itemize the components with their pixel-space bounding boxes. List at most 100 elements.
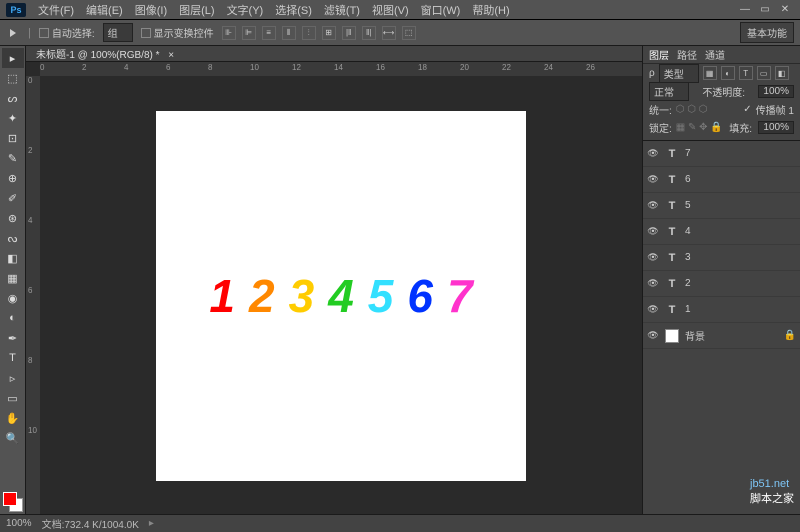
propagate-label: 传播帧 1 <box>756 102 794 117</box>
menu-filter[interactable]: 滤镜(T) <box>318 0 366 20</box>
document-tab[interactable]: 未标题-1 @ 100%(RGB/8) * × <box>32 46 178 61</box>
visibility-icon[interactable]: 👁 <box>647 200 659 212</box>
menu-bar: Ps 文件(F) 编辑(E) 图像(I) 图层(L) 文字(Y) 选择(S) 滤… <box>0 0 800 20</box>
filter-adjust-icon[interactable]: ◐ <box>721 66 735 80</box>
opacity-value[interactable]: 100% <box>758 85 794 98</box>
align-icons: ⊪ ⊫ ≡ ⫴ ⫶ ⊞ |‖ ‖| ⟷ ⬚ <box>222 26 416 40</box>
path-tool[interactable]: ▹ <box>2 368 24 388</box>
shape-tool[interactable]: ▭ <box>2 388 24 408</box>
hand-tool[interactable]: ✋ <box>2 408 24 428</box>
fill-value[interactable]: 100% <box>758 121 794 134</box>
close-button[interactable]: ✕ <box>776 3 794 17</box>
layer-row[interactable]: 👁T6 <box>643 167 800 193</box>
canvas-viewport[interactable]: 1234567 <box>40 76 642 516</box>
maximize-button[interactable]: ▭ <box>756 3 774 17</box>
lasso-tool[interactable]: ᔕ <box>2 88 24 108</box>
layer-row[interactable]: 👁T7 <box>643 141 800 167</box>
stamp-tool[interactable]: ⊛ <box>2 208 24 228</box>
auto-select-dropdown[interactable]: 组 <box>103 23 133 42</box>
workspace-switcher[interactable]: 基本功能 <box>740 22 794 43</box>
move-tool[interactable]: ▸ <box>2 48 24 68</box>
distribute-icon[interactable]: ⟷ <box>382 26 396 40</box>
distribute-icon[interactable]: |‖ <box>342 26 356 40</box>
canvas-number[interactable]: 6 <box>407 269 433 323</box>
canvas[interactable]: 1234567 <box>156 111 526 481</box>
canvas-number[interactable]: 1 <box>209 269 235 323</box>
menu-type[interactable]: 文字(Y) <box>221 0 270 20</box>
align-icon[interactable]: ⫴ <box>282 26 296 40</box>
visibility-icon[interactable]: 👁 <box>647 304 659 316</box>
align-icon[interactable]: ⊪ <box>222 26 236 40</box>
watermark: jb51.net 脚本之家 <box>750 478 794 506</box>
panel-tabs: 图层 路径 通道 <box>643 46 800 64</box>
healing-tool[interactable]: ⊕ <box>2 168 24 188</box>
zoom-level[interactable]: 100% <box>6 518 32 529</box>
pen-tool[interactable]: ✒ <box>2 328 24 348</box>
menu-window[interactable]: 窗口(W) <box>415 0 467 20</box>
layer-name: 7 <box>685 148 691 159</box>
filter-type-icon[interactable]: T <box>739 66 753 80</box>
foreground-color[interactable] <box>3 492 17 506</box>
layer-panel-options: 图层 路径 通道 ρ类型 ▦ ◐ T ▭ ◧ 正常 不透明度: 100% 统一:… <box>643 46 800 141</box>
zoom-tool[interactable]: 🔍 <box>2 428 24 448</box>
align-icon[interactable]: ⊞ <box>322 26 336 40</box>
type-tool[interactable]: T <box>2 348 24 368</box>
filter-smart-icon[interactable]: ◧ <box>775 66 789 80</box>
crop-tool[interactable]: ⊡ <box>2 128 24 148</box>
eraser-tool[interactable]: ◧ <box>2 248 24 268</box>
canvas-number[interactable]: 5 <box>368 269 394 323</box>
layer-row[interactable]: 👁T1 <box>643 297 800 323</box>
visibility-icon[interactable]: 👁 <box>647 252 659 264</box>
menu-image[interactable]: 图像(I) <box>129 0 173 20</box>
lock-label: 锁定: <box>649 120 672 135</box>
blur-tool[interactable]: ◉ <box>2 288 24 308</box>
canvas-number[interactable]: 2 <box>249 269 275 323</box>
gradient-tool[interactable]: ▦ <box>2 268 24 288</box>
layer-row[interactable]: 👁T4 <box>643 219 800 245</box>
canvas-number[interactable]: 7 <box>447 269 473 323</box>
background-layer[interactable]: 👁背景🔒 <box>643 323 800 349</box>
canvas-number[interactable]: 3 <box>289 269 315 323</box>
brush-tool[interactable]: ✐ <box>2 188 24 208</box>
menu-edit[interactable]: 编辑(E) <box>80 0 129 20</box>
color-swatches[interactable] <box>3 492 23 512</box>
layer-name: 4 <box>685 226 691 237</box>
tab-layers[interactable]: 图层 <box>649 47 669 62</box>
history-brush-tool[interactable]: ᔓ <box>2 228 24 248</box>
blend-mode-dropdown[interactable]: 正常 <box>649 82 689 101</box>
layer-row[interactable]: 👁T2 <box>643 271 800 297</box>
visibility-icon[interactable]: 👁 <box>647 226 659 238</box>
align-icon[interactable]: ⫶ <box>302 26 316 40</box>
menu-select[interactable]: 选择(S) <box>269 0 318 20</box>
dodge-tool[interactable]: ◐ <box>2 308 24 328</box>
menu-view[interactable]: 视图(V) <box>366 0 415 20</box>
marquee-tool[interactable]: ⬚ <box>2 68 24 88</box>
close-tab-icon[interactable]: × <box>168 50 174 61</box>
visibility-icon[interactable]: 👁 <box>647 174 659 186</box>
menu-layer[interactable]: 图层(L) <box>173 0 220 20</box>
visibility-icon[interactable]: 👁 <box>647 278 659 290</box>
align-icon[interactable]: ≡ <box>262 26 276 40</box>
align-icon[interactable]: ⊫ <box>242 26 256 40</box>
menu-file[interactable]: 文件(F) <box>32 0 80 20</box>
minimize-button[interactable]: — <box>736 3 754 17</box>
wand-tool[interactable]: ✦ <box>2 108 24 128</box>
distribute-icon[interactable]: ‖| <box>362 26 376 40</box>
3d-mode-icon[interactable]: ⬚ <box>402 26 416 40</box>
visibility-icon[interactable]: 👁 <box>647 330 659 342</box>
visibility-icon[interactable]: 👁 <box>647 148 659 160</box>
filter-shape-icon[interactable]: ▭ <box>757 66 771 80</box>
filter-image-icon[interactable]: ▦ <box>703 66 717 80</box>
eyedropper-tool[interactable]: ✎ <box>2 148 24 168</box>
document-info[interactable]: 文档:732.4 K/1004.0K <box>42 516 139 531</box>
auto-select-checkbox[interactable]: 自动选择: <box>39 25 95 40</box>
tab-paths[interactable]: 路径 <box>677 47 697 62</box>
layer-row[interactable]: 👁T5 <box>643 193 800 219</box>
tab-channels[interactable]: 通道 <box>705 47 725 62</box>
show-transform-checkbox[interactable]: 显示变换控件 <box>141 25 214 40</box>
filter-kind-dropdown[interactable]: 类型 <box>659 64 699 83</box>
canvas-number[interactable]: 4 <box>328 269 354 323</box>
move-tool-icon[interactable] <box>6 26 20 40</box>
menu-help[interactable]: 帮助(H) <box>466 0 515 20</box>
layer-row[interactable]: 👁T3 <box>643 245 800 271</box>
